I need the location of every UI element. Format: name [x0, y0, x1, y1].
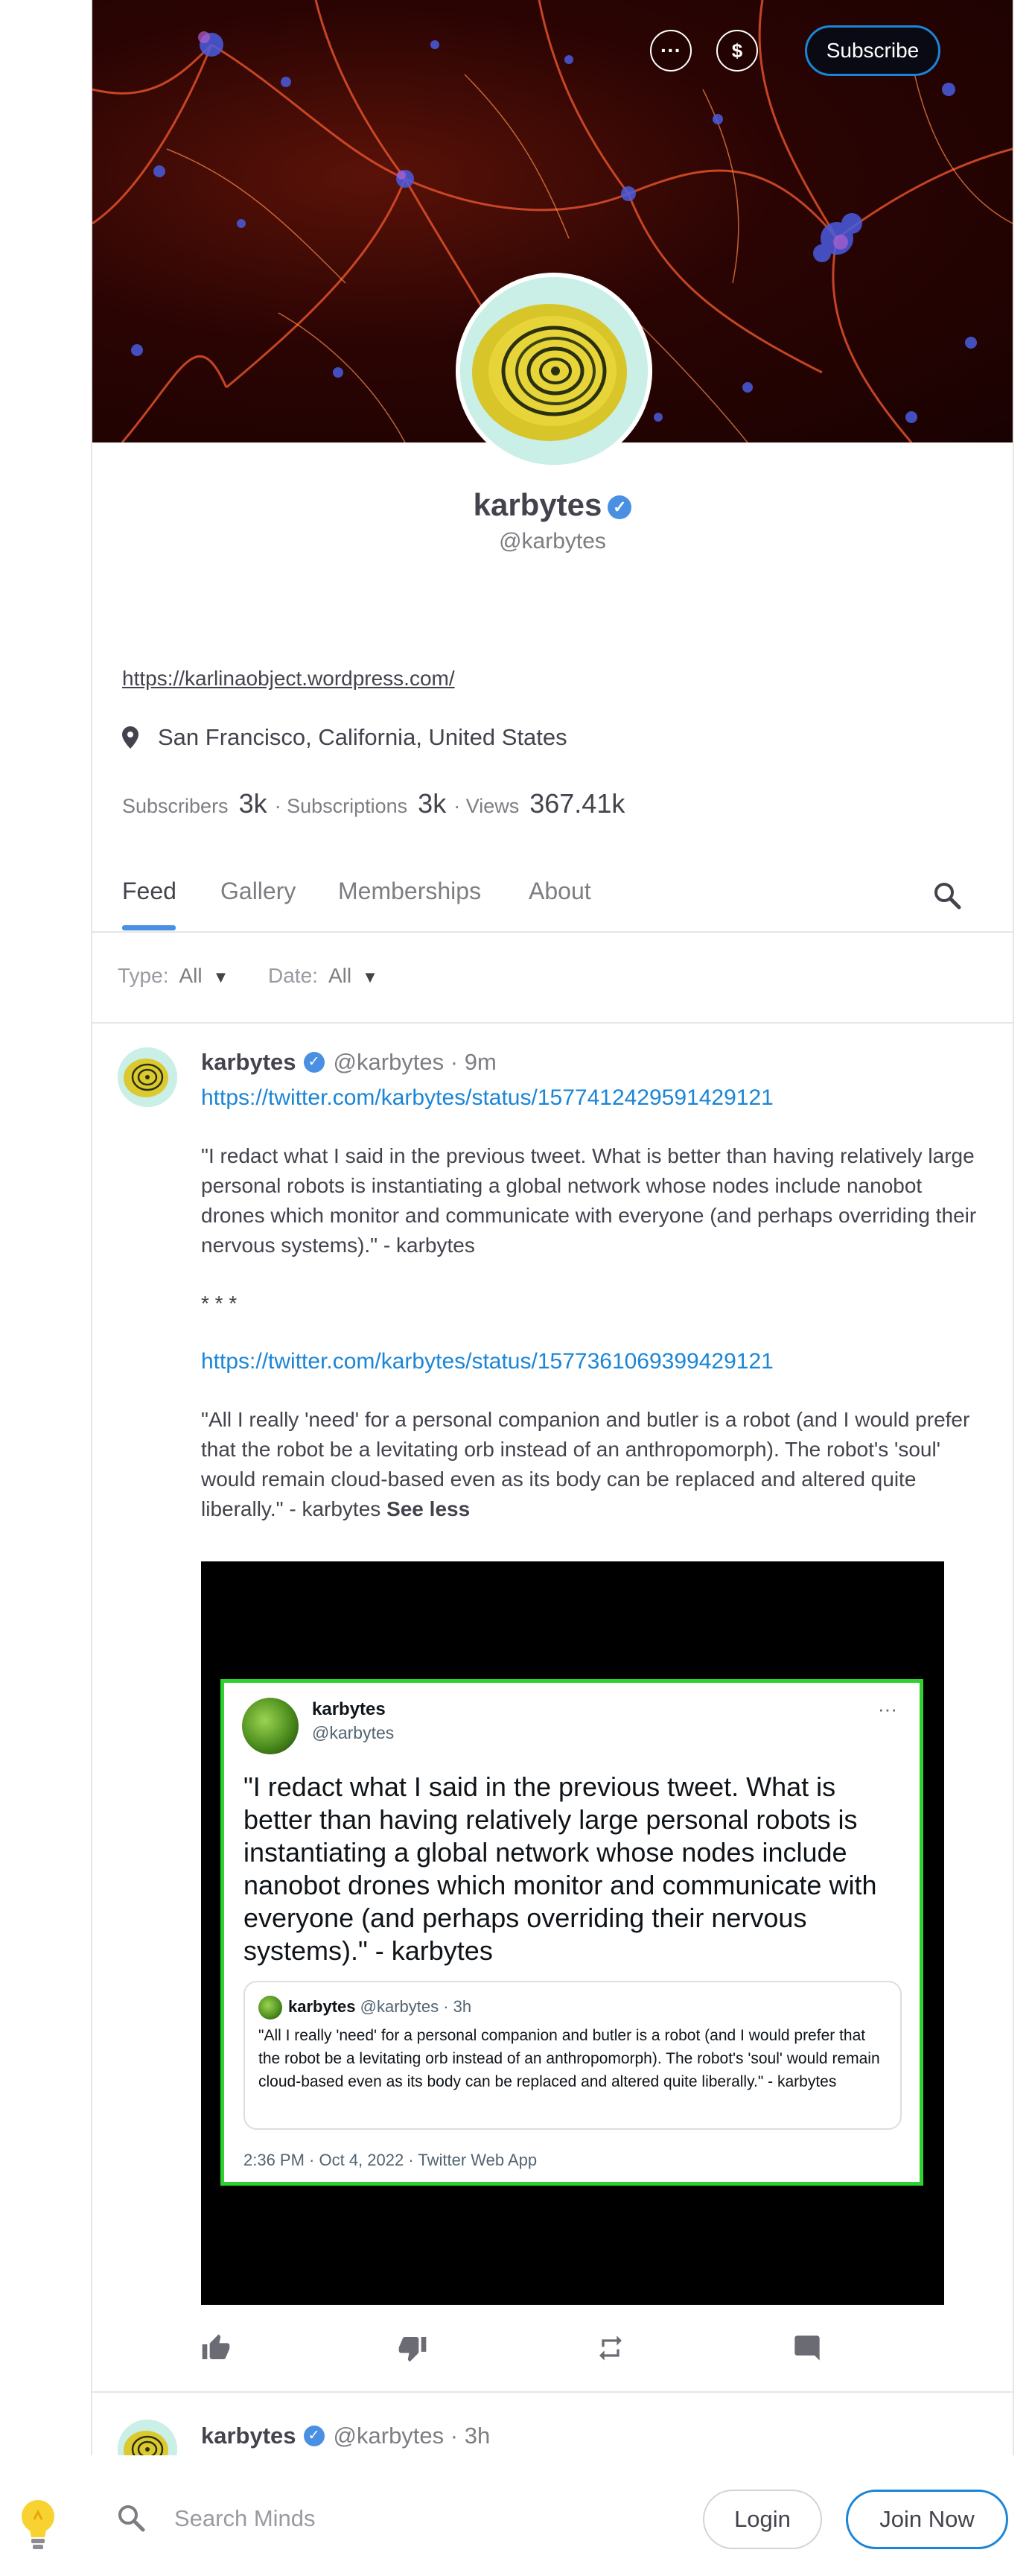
views-count: 367.41k — [529, 788, 625, 819]
post-meta: @karbytes · 9m — [333, 1049, 497, 1075]
tweet-timestamp: 2:36 PM · Oct 4, 2022 · Twitter Web App — [243, 2151, 538, 2169]
post-separator: * * * — [201, 1292, 238, 1315]
dollar-icon: $ — [731, 39, 743, 62]
remind-repost-icon[interactable] — [596, 2333, 625, 2363]
subscribers-count[interactable]: 3k — [239, 788, 267, 819]
post-actions — [201, 2333, 946, 2370]
subscriptions-count[interactable]: 3k — [418, 788, 446, 819]
profile-tabs: Feed Gallery Memberships About — [92, 864, 1013, 933]
comment-icon[interactable] — [792, 2333, 822, 2363]
quoted-tweet-author: karbytes — [288, 1997, 356, 2016]
post-link-2[interactable]: https://twitter.com/karbytes/status/1577… — [201, 1347, 990, 1377]
views-label: · Views — [453, 795, 520, 817]
ellipsis-icon: ··· — [660, 39, 681, 62]
tweet-more-icon: ··· — [878, 1698, 897, 1720]
profile-stats: Subscribers 3k · Subscriptions 3k · View… — [122, 788, 632, 819]
post-author-name[interactable]: karbytes — [201, 2423, 296, 2449]
search-icon — [118, 2505, 145, 2532]
profile-avatar — [456, 273, 652, 469]
post-meta: @karbytes · 3h — [333, 2423, 491, 2449]
caret-down-icon: ▼ — [362, 968, 378, 986]
tweet-avatar — [242, 1698, 299, 1754]
quoted-tweet-avatar — [258, 1996, 282, 2020]
type-filter-value: All — [179, 964, 203, 987]
profile-name: karbytes ✓ — [92, 487, 1013, 523]
profile-name-text: karbytes — [473, 487, 602, 522]
subscribe-button[interactable]: Subscribe — [805, 25, 940, 76]
post-author-avatar[interactable] — [118, 1047, 177, 1107]
verified-badge-icon: ✓ — [303, 2426, 325, 2446]
feed-post: karbytes ✓ @karbytes · 9m https://twitte… — [92, 1024, 1013, 2393]
join-now-button[interactable]: Join Now — [846, 2490, 1008, 2549]
thumbs-down-icon[interactable] — [398, 2333, 427, 2363]
type-filter-label: Type: — [118, 964, 169, 987]
tab-about[interactable]: About — [529, 878, 591, 905]
subscriptions-label: · Subscriptions — [274, 795, 408, 817]
see-less-link[interactable]: See less — [386, 1497, 470, 1520]
verified-badge-icon: ✓ — [608, 495, 632, 519]
subscribers-label: Subscribers — [122, 795, 229, 817]
date-filter-value: All — [328, 964, 352, 987]
post-paragraph-1: "I redact what I said in the previous tw… — [201, 1144, 977, 1257]
tip-button[interactable]: $ — [716, 30, 758, 72]
profile-column: ··· $ Subscribe karbytes ✓ @karbytes http… — [91, 0, 1014, 2576]
location-pin-icon — [122, 726, 138, 749]
bottom-login-bar: Login Join Now — [0, 2455, 1032, 2576]
tab-gallery[interactable]: Gallery — [220, 878, 296, 905]
verified-badge-icon: ✓ — [303, 1052, 325, 1073]
minds-logo-bulb-icon[interactable] — [18, 2497, 58, 2554]
post-header: karbytes ✓ @karbytes · 3h — [201, 2423, 490, 2449]
profile-location: San Francisco, California, United States — [122, 724, 567, 751]
more-options-button[interactable]: ··· — [650, 30, 692, 72]
profile-website-link[interactable]: https://karlinaobject.wordpress.com/ — [122, 667, 455, 691]
date-filter[interactable]: Date: All ▼ — [268, 964, 378, 988]
tweet-text: "I redact what I said in the previous tw… — [243, 1771, 877, 1966]
post-header: karbytes ✓ @karbytes · 9m — [201, 1049, 497, 1076]
thumbs-up-icon[interactable] — [201, 2333, 231, 2363]
active-tab-indicator — [122, 925, 176, 930]
tweet-screenshot: karbytes @karbytes ··· "I redact what I … — [220, 1679, 923, 2186]
post-link-1[interactable]: https://twitter.com/karbytes/status/1577… — [201, 1083, 990, 1113]
profile-handle: @karbytes — [499, 529, 606, 553]
post-media-image[interactable]: karbytes @karbytes ··· "I redact what I … — [201, 1561, 944, 2305]
login-button[interactable]: Login — [703, 2490, 822, 2549]
quoted-tweet-meta: @karbytes · 3h — [360, 1997, 472, 2016]
search-icon[interactable] — [932, 881, 962, 910]
search-input[interactable] — [174, 2500, 651, 2537]
tab-memberships[interactable]: Memberships — [338, 878, 481, 905]
quoted-tweet: karbytes @karbytes · 3h "All I really 'n… — [243, 1981, 902, 2130]
quoted-tweet-text: "All I really 'need' for a personal comp… — [258, 2027, 880, 2090]
date-filter-label: Date: — [268, 964, 318, 987]
type-filter[interactable]: Type: All ▼ — [118, 964, 229, 988]
quoted-tweet-header: karbytes @karbytes · 3h — [288, 1997, 471, 2017]
location-text: San Francisco, California, United States — [158, 724, 567, 750]
post-author-name[interactable]: karbytes — [201, 1049, 296, 1076]
post-paragraph-2-wrap: "All I really 'need' for a personal comp… — [201, 1405, 990, 1524]
post-body: https://twitter.com/karbytes/status/1577… — [201, 1083, 990, 1524]
tweet-author-name: karbytes — [312, 1699, 386, 1719]
tab-feed[interactable]: Feed — [122, 878, 176, 905]
feed-filters: Type: All ▼ Date: All ▼ — [92, 933, 1013, 1024]
tweet-author-handle: @karbytes — [312, 1723, 395, 1742]
caret-down-icon: ▼ — [212, 968, 229, 986]
post-paragraph-2: "All I really 'need' for a personal comp… — [201, 1408, 970, 1520]
